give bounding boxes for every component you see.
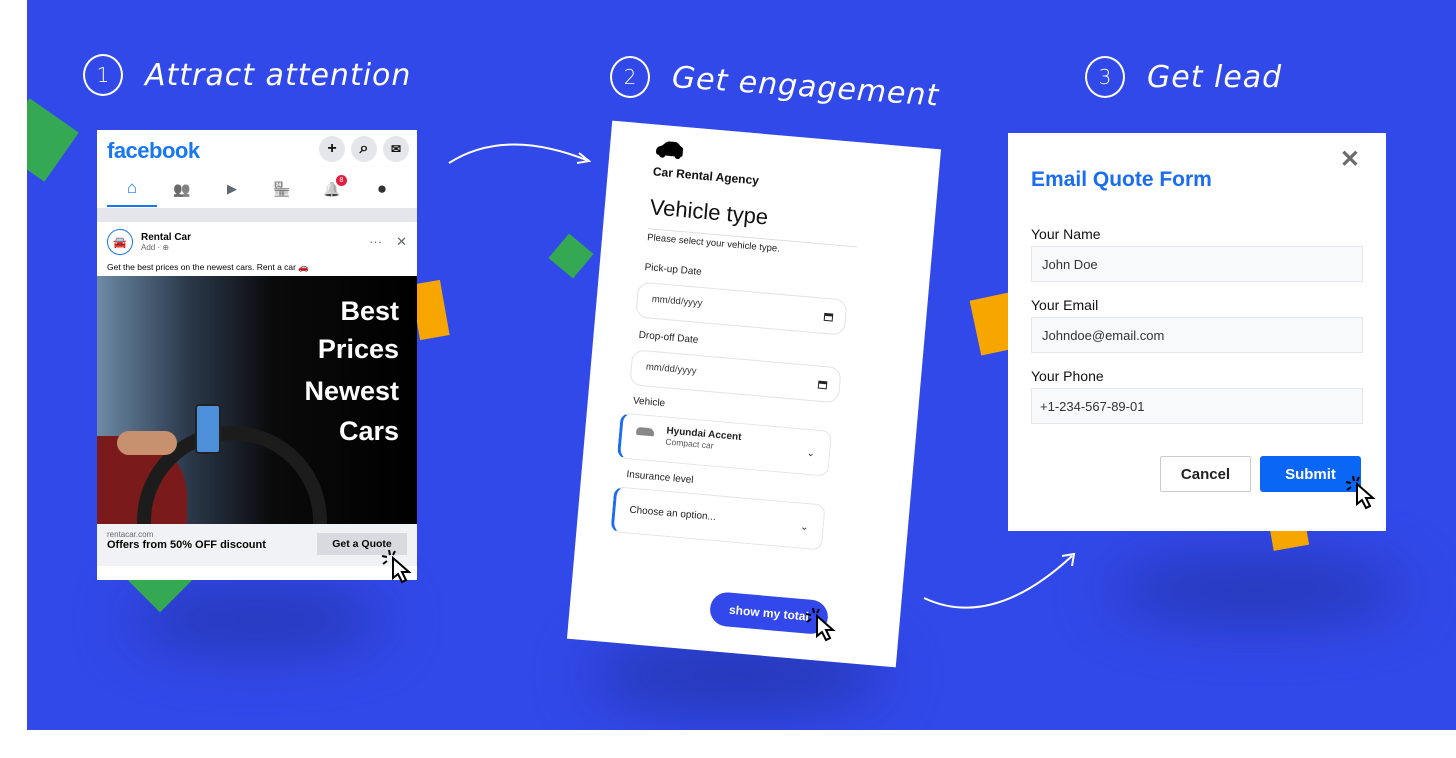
messenger-icon[interactable]: ✉ <box>383 136 409 162</box>
pickup-date-input[interactable]: mm/dd/yyyy <box>635 281 848 336</box>
step-label: Get engagement <box>670 59 941 114</box>
form-subtitle: Please select your vehicle type. <box>646 232 781 255</box>
email-label: Your Email <box>1031 297 1099 313</box>
step-1-title: 1 Attract attention <box>83 54 411 96</box>
page-avatar[interactable]: 🚘 <box>107 229 133 255</box>
more-options-icon[interactable]: ··· <box>369 234 382 250</box>
watch-icon[interactable]: ▶ <box>207 171 257 207</box>
flow-arrow-icon <box>448 143 592 164</box>
step-label: Attract attention <box>145 57 412 93</box>
step-label: Get lead <box>1147 59 1283 95</box>
decorative-green-diamond <box>548 233 594 279</box>
ad-headline: Newest <box>304 376 399 406</box>
dropoff-label: Drop-off Date <box>638 329 699 346</box>
pickup-placeholder: mm/dd/yyyy <box>651 293 703 310</box>
card-shadow <box>1107 560 1407 620</box>
chevron-down-icon: ⌄ <box>806 447 816 460</box>
page-name[interactable]: Rental Car <box>141 232 191 243</box>
post-header: 🚘 Rental Car Add · ⊕ ··· ✕ <box>97 222 417 262</box>
step-2-title: 2 Get engagement <box>610 56 940 113</box>
post-meta: Add · ⊕ <box>141 243 170 252</box>
search-icon[interactable]: ⌕ <box>351 136 377 162</box>
dropoff-placeholder: mm/dd/yyyy <box>645 361 697 377</box>
calendar-icon[interactable] <box>823 312 834 322</box>
form-title: Vehicle type <box>648 194 770 230</box>
cancel-button[interactable]: Cancel <box>1160 456 1251 492</box>
insurance-placeholder: Choose an option... <box>628 504 717 524</box>
step-number: 3 <box>1085 56 1125 98</box>
step-number: 2 <box>610 56 650 98</box>
phone-field[interactable]: +1-234-567-89-01 <box>1031 388 1363 424</box>
ad-cta-bar: rentacar.com Offers from 50% OFF discoun… <box>97 524 417 566</box>
facebook-ad-mockup: facebook + ⌕ ✉ ⌂ 👥 ▶ 🏪 🔔 8 ● 🚘 Rental Ca… <box>97 130 417 580</box>
name-field[interactable]: John Doe <box>1031 246 1363 282</box>
name-label: Your Name <box>1031 226 1101 242</box>
ad-headline: Best <box>340 296 399 326</box>
cursor-click-icon <box>381 549 412 584</box>
rental-form-mockup: 🚗 Car Rental Agency Vehicle type Please … <box>566 120 942 668</box>
ad-headline: Prices <box>317 334 399 364</box>
vehicle-label: Vehicle <box>632 395 666 410</box>
feed-separator <box>97 208 417 222</box>
driver-hand <box>117 431 177 455</box>
friends-icon[interactable]: 👥 <box>157 171 207 207</box>
vehicle-select[interactable]: Hyundai Accent Compact car ⌄ <box>616 412 833 477</box>
vehicle-thumbnail <box>635 426 655 437</box>
facebook-header: facebook + ⌕ ✉ ⌂ 👥 ▶ 🏪 🔔 8 ● <box>97 130 417 208</box>
phone-label: Your Phone <box>1031 368 1104 384</box>
email-field[interactable]: Johndoe@email.com <box>1031 317 1363 353</box>
flow-arrow-icon <box>923 552 1076 609</box>
insurance-label: Insurance level <box>626 469 694 487</box>
phone-map <box>195 404 221 454</box>
ad-image[interactable]: Best Prices Newest Cars <box>97 276 417 524</box>
home-icon[interactable]: ⌂ <box>107 171 157 207</box>
pickup-label: Pick-up Date <box>644 262 703 278</box>
step-3-title: 3 Get lead <box>1085 56 1282 98</box>
chevron-down-icon: ⌄ <box>799 521 810 534</box>
facebook-nav: ⌂ 👥 ▶ 🏪 🔔 8 ● <box>97 170 417 208</box>
cursor-click-icon <box>1345 475 1376 510</box>
ad-headline: Cars <box>338 416 399 446</box>
car-icon: 🚗 <box>654 131 687 162</box>
notification-badge: 8 <box>336 175 347 186</box>
plus-icon[interactable]: + <box>319 136 345 162</box>
email-quote-modal: ✕ Email Quote Form Your Name John Doe Yo… <box>1008 133 1386 531</box>
decorative-green-diamond <box>27 98 79 182</box>
facebook-actions: + ⌕ ✉ <box>319 136 409 162</box>
banner-stage: 1 Attract attention 2 Get engagement 3 G… <box>27 0 1456 730</box>
close-icon[interactable]: ✕ <box>396 234 407 250</box>
profile-menu-icon[interactable]: ● <box>357 171 407 207</box>
agency-name: Car Rental Agency <box>652 164 760 188</box>
dropoff-date-input[interactable]: mm/dd/yyyy <box>629 349 842 404</box>
close-icon[interactable]: ✕ <box>1340 145 1360 174</box>
calendar-icon[interactable] <box>817 380 828 390</box>
marketplace-icon[interactable]: 🏪 <box>257 171 307 207</box>
step-number: 1 <box>83 54 123 96</box>
notifications-icon[interactable]: 🔔 8 <box>307 171 357 207</box>
modal-title: Email Quote Form <box>1031 168 1212 191</box>
insurance-select[interactable]: Choose an option... ⌄ <box>610 486 826 551</box>
cursor-click-icon <box>805 607 836 642</box>
post-text: Get the best prices on the newest cars. … <box>107 262 309 272</box>
